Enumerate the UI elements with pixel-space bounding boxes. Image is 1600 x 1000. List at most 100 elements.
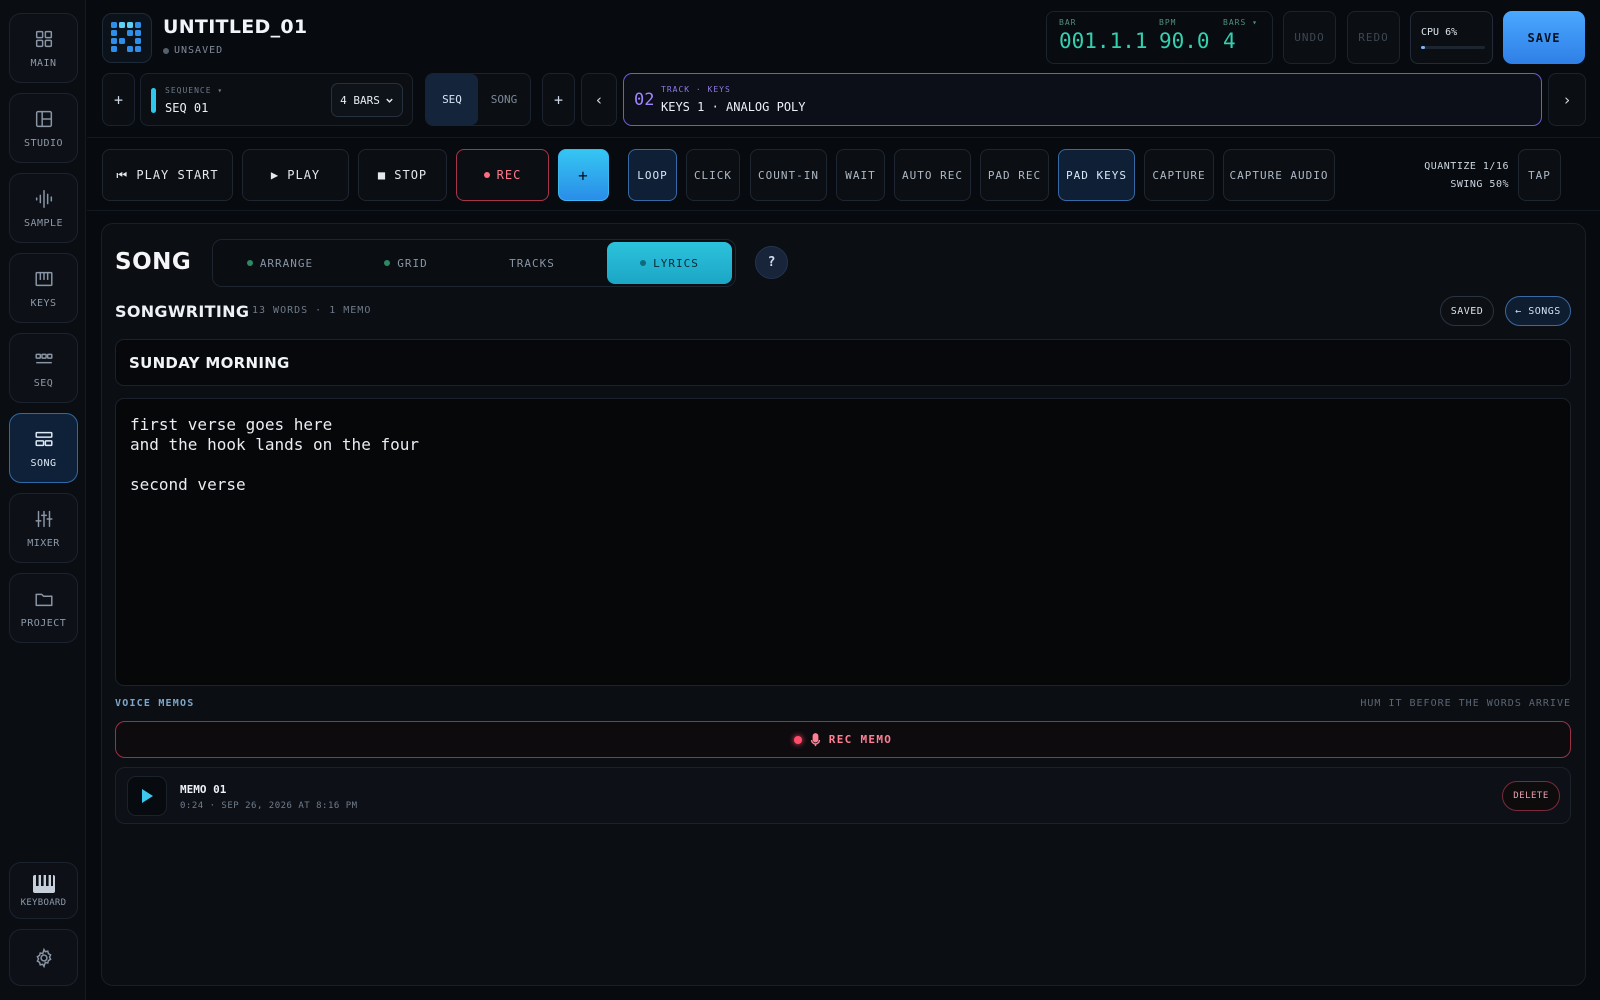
save-status-label: UNSAVED: [174, 45, 224, 56]
sequence-label: SEQUENCE ▾: [165, 86, 224, 95]
song-icon: [34, 431, 53, 446]
sidebar-item-label: SAMPLE: [23, 217, 64, 229]
save-status: UNSAVED: [163, 45, 223, 56]
seq-song-toggle: SEQ SONG: [425, 73, 531, 126]
cpu-bar-fill: [1421, 46, 1425, 49]
undo-button[interactable]: UNDO: [1283, 11, 1336, 64]
sliders-icon: [34, 510, 53, 527]
tab-arrange[interactable]: ARRANGE: [217, 242, 343, 284]
sidebar-item-seq[interactable]: SEQ: [9, 333, 78, 403]
track-type-label: TRACK · KEYS: [661, 85, 731, 94]
memo-delete-button[interactable]: DELETE: [1502, 781, 1560, 811]
app-root: MAIN STUDIO SAMPLE KEYS SEQ SONG MIXER P…: [0, 0, 1600, 1000]
voice-memos-heading: VOICE MEMOS: [115, 698, 195, 709]
wait-toggle[interactable]: WAIT: [836, 149, 885, 201]
header-divider: [87, 137, 1600, 138]
sidebar-item-mixer[interactable]: MIXER: [9, 493, 78, 563]
waveform-icon: [35, 189, 52, 208]
stop-button[interactable]: ■ STOP: [358, 149, 447, 201]
pad-keys-toggle[interactable]: PAD KEYS: [1058, 149, 1135, 201]
bars-readout-label: BARS ▾: [1223, 18, 1258, 27]
loop-toggle[interactable]: LOOP: [628, 149, 677, 201]
help-button[interactable]: ?: [755, 246, 788, 279]
quantize-swing-readout[interactable]: QUANTIZE 1/16 SWING 50%: [1396, 158, 1509, 194]
cpu-bar: [1421, 46, 1485, 49]
mode-song-button[interactable]: SONG: [478, 74, 530, 125]
play-start-button[interactable]: ⏮ PLAY START: [102, 149, 233, 201]
tab-lyrics[interactable]: LYRICS: [607, 242, 732, 284]
bpm-readout[interactable]: BPM 90.0: [1159, 18, 1210, 53]
pad-rec-toggle[interactable]: PAD REC: [980, 149, 1049, 201]
songwriting-heading: SONGWRITING: [115, 302, 250, 321]
sequence-color-marker: [151, 88, 156, 113]
track-selector[interactable]: 02 TRACK · KEYS KEYS 1 · ANALOG POLY: [623, 73, 1542, 126]
project-title: UNTITLED_01: [163, 16, 308, 38]
sequence-name: SEQ 01: [165, 101, 209, 115]
mode-seq-button[interactable]: SEQ: [426, 74, 478, 125]
tab-label: GRID: [397, 256, 428, 270]
sidebar-item-label: SONG: [30, 457, 57, 469]
memo-meta: 0:24 · SEP 26, 2026 AT 8:16 PM: [180, 801, 358, 811]
layout-icon: [35, 110, 52, 127]
add-clip-button[interactable]: +: [558, 149, 609, 201]
next-track-button[interactable]: ›: [1548, 73, 1586, 126]
quantize-value: QUANTIZE 1/16: [1424, 161, 1509, 172]
play-button[interactable]: ▶ PLAY: [242, 149, 349, 201]
sidebar-item-project[interactable]: PROJECT: [9, 573, 78, 643]
record-label: REC: [496, 168, 522, 182]
tab-status-dot: [246, 260, 253, 266]
keyboard-button[interactable]: KEYBOARD: [9, 862, 78, 919]
keyboard-piano-icon: [32, 874, 55, 893]
record-button[interactable]: REC: [456, 149, 549, 201]
bars-readout[interactable]: BARS ▾ 4: [1223, 18, 1258, 53]
sidebar-item-studio[interactable]: STUDIO: [9, 93, 78, 163]
bars-length-value: 4 BARS: [340, 93, 380, 107]
record-dot-icon: [483, 172, 490, 178]
tab-label: TRACKS: [509, 256, 555, 270]
tab-grid[interactable]: GRID: [343, 242, 469, 284]
rec-memo-button[interactable]: REC MEMO: [115, 721, 1571, 758]
lyrics-editor[interactable]: first verse goes here and the hook lands…: [115, 398, 1571, 686]
sidebar-item-main[interactable]: MAIN: [9, 13, 78, 83]
tap-tempo-button[interactable]: TAP: [1518, 149, 1561, 201]
bpm-readout-label: BPM: [1159, 18, 1177, 27]
songwriting-stats: 13 WORDS · 1 MEMO: [252, 305, 372, 316]
bars-length-select[interactable]: 4 BARS: [331, 83, 403, 117]
sequence-selector[interactable]: SEQUENCE ▾ SEQ 01 4 BARS: [140, 73, 413, 126]
transport-readout: BAR 001.1.1 BPM 90.0 BARS ▾ 4: [1046, 11, 1273, 64]
memo-play-button[interactable]: [127, 776, 167, 816]
play-icon: [142, 789, 153, 803]
add-track-button[interactable]: +: [542, 73, 575, 126]
tab-tracks[interactable]: TRACKS: [469, 242, 595, 284]
capture-audio-button[interactable]: CAPTURE AUDIO: [1223, 149, 1335, 201]
songs-back-button[interactable]: ← SONGS: [1505, 296, 1571, 326]
auto-rec-toggle[interactable]: AUTO REC: [894, 149, 971, 201]
sidebar-item-song[interactable]: SONG: [9, 413, 78, 483]
save-button[interactable]: SAVE: [1503, 11, 1585, 64]
cpu-label: CPU 6%: [1421, 27, 1458, 38]
microphone-icon: [810, 732, 820, 746]
sidebar-item-sample[interactable]: SAMPLE: [9, 173, 78, 243]
memo-title: MEMO 01: [180, 783, 227, 796]
bars-readout-value: 4: [1223, 29, 1236, 53]
song-title-input[interactable]: SUNDAY MORNING: [115, 339, 1571, 386]
settings-button[interactable]: [9, 929, 78, 986]
list-item: MEMO 01 0:24 · SEP 26, 2026 AT 8:16 PM D…: [115, 767, 1571, 824]
count-in-toggle[interactable]: COUNT-IN: [750, 149, 827, 201]
record-dot-icon: [793, 735, 802, 744]
folder-icon: [34, 593, 53, 606]
prev-track-button[interactable]: ‹: [581, 73, 617, 126]
grid-icon: [35, 30, 52, 47]
bar-readout-label: BAR: [1059, 18, 1077, 27]
redo-button[interactable]: REDO: [1347, 11, 1400, 64]
tab-label: ARRANGE: [259, 256, 314, 270]
tab-label: LYRICS: [653, 256, 699, 270]
sidebar-item-keys[interactable]: KEYS: [9, 253, 78, 323]
voice-memos-hint: HUM IT BEFORE THE WORDS ARRIVE: [1360, 698, 1571, 709]
sidebar-item-label: MIXER: [27, 537, 60, 549]
add-sequence-button[interactable]: +: [102, 73, 135, 126]
track-name: KEYS 1 · ANALOG POLY: [661, 100, 806, 114]
capture-button[interactable]: CAPTURE: [1144, 149, 1214, 201]
click-toggle[interactable]: CLICK: [686, 149, 740, 201]
song-tabs: ARRANGE GRID TRACKS LYRICS: [212, 239, 736, 287]
